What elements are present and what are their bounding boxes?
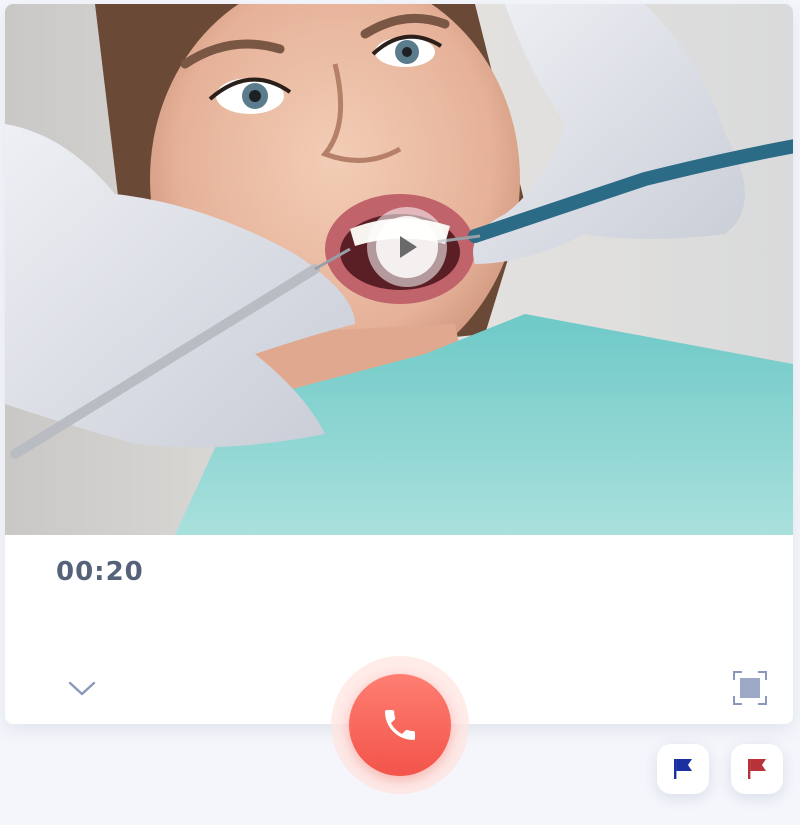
chevron-down-icon: [68, 681, 96, 696]
video-call-card: 00:20: [5, 4, 793, 724]
end-call-button[interactable]: [349, 674, 451, 776]
collapse-button[interactable]: [67, 674, 97, 704]
fullscreen-icon: [733, 671, 767, 705]
flag-icon: [674, 759, 692, 779]
video-feed[interactable]: [5, 4, 793, 535]
phone-icon: [385, 710, 415, 740]
red-flag-button[interactable]: [731, 744, 783, 794]
end-call-halo: [331, 656, 469, 794]
blue-flag-button[interactable]: [657, 744, 709, 794]
call-timer: 00:20: [56, 557, 144, 587]
play-icon: [376, 216, 438, 278]
play-button[interactable]: [367, 207, 447, 287]
flag-icon: [748, 759, 766, 779]
fullscreen-button[interactable]: [732, 670, 768, 706]
